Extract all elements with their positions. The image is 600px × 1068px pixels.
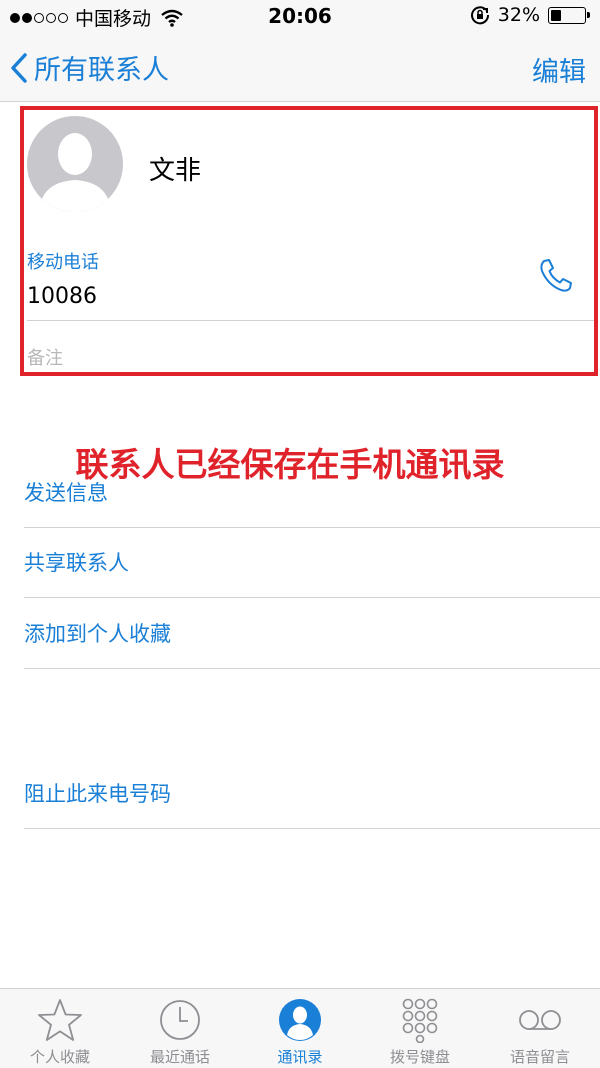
navigation-bar: 所有联系人 编辑	[0, 34, 600, 102]
add-to-favorites-label: 添加到个人收藏	[24, 622, 171, 646]
share-contact-button[interactable]: 共享联系人	[24, 528, 600, 598]
battery-percent: 32%	[497, 4, 540, 26]
add-to-favorites-button[interactable]: 添加到个人收藏	[24, 599, 600, 669]
tab-voicemail[interactable]: 语音留言	[480, 989, 600, 1068]
back-button-label: 所有联系人	[34, 55, 169, 86]
phone-call-icon[interactable]	[536, 256, 576, 296]
send-message-button[interactable]: 发送信息	[24, 458, 600, 528]
contact-name: 文非	[149, 156, 202, 186]
divider	[27, 320, 594, 321]
tab-bar: 个人收藏 最近通话 通讯录 拨号键盘 语音留言	[0, 988, 600, 1068]
contact-card: 文非 移动电话 10086 备注	[20, 106, 598, 376]
tab-keypad-label: 拨号键盘	[389, 1048, 450, 1066]
star-icon	[38, 999, 82, 1041]
chevron-left-icon	[11, 52, 27, 83]
phone-number[interactable]: 10086	[27, 284, 97, 309]
edit-button[interactable]: 编辑	[532, 50, 586, 89]
avatar	[27, 116, 123, 212]
tab-voicemail-label: 语音留言	[509, 1048, 570, 1066]
status-bar: 中国移动 20:06 32%	[0, 0, 600, 34]
status-right: 32%	[470, 4, 590, 26]
tab-recents[interactable]: 最近通话	[120, 989, 240, 1068]
share-contact-label: 共享联系人	[24, 551, 129, 575]
rotation-lock-icon	[470, 6, 489, 25]
block-caller-button[interactable]: 阻止此来电号码	[24, 759, 600, 829]
tab-keypad[interactable]: 拨号键盘	[360, 989, 480, 1068]
tab-favorites-label: 个人收藏	[29, 1048, 90, 1066]
keypad-icon	[402, 998, 438, 1043]
person-silhouette-icon	[39, 133, 111, 212]
voicemail-icon	[519, 1010, 561, 1030]
block-caller-label: 阻止此来电号码	[24, 782, 171, 806]
contacts-icon	[279, 999, 321, 1041]
battery-icon	[548, 6, 590, 24]
send-message-label: 发送信息	[24, 481, 108, 505]
tab-contacts[interactable]: 通讯录	[240, 989, 360, 1068]
tab-favorites[interactable]: 个人收藏	[0, 989, 120, 1068]
phone-label: 移动电话	[27, 252, 99, 273]
back-button[interactable]: 所有联系人	[10, 48, 169, 87]
tab-contacts-label: 通讯录	[277, 1048, 323, 1066]
clock-icon	[160, 1000, 200, 1040]
tab-recents-label: 最近通话	[149, 1048, 210, 1066]
notes-field[interactable]: 备注	[27, 344, 63, 370]
